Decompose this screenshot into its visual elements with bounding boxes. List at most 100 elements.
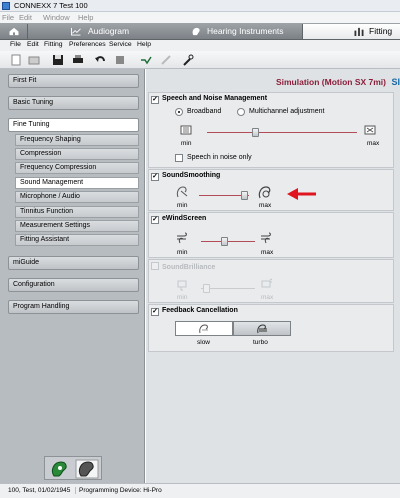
sub-tinnitus-function[interactable]: Tinnitus Function xyxy=(15,206,139,218)
menu-fitting[interactable]: Fitting xyxy=(44,41,63,48)
wind-max-icon xyxy=(261,232,271,244)
speech-in-noise-label: Speech in noise only xyxy=(187,154,252,161)
tools-icon[interactable] xyxy=(182,54,194,66)
noise-max-icon xyxy=(364,125,376,135)
smoothing-max-icon xyxy=(258,186,271,199)
soundbrilliance-checkbox xyxy=(151,262,159,270)
menu-help[interactable]: Help xyxy=(137,41,151,48)
sound-smoothing-checkbox[interactable]: ✓ xyxy=(151,173,159,181)
sub-measurement-settings[interactable]: Measurement Settings xyxy=(15,220,139,232)
soundbrilliance-slider-thumb xyxy=(203,284,210,293)
sound-smoothing-min-label: min xyxy=(177,202,188,209)
status-bar: 100, Test, 01/02/1945 Programming Device… xyxy=(0,483,400,498)
sound-smoothing-section: ✓ SoundSmoothing min max xyxy=(148,169,394,211)
new-icon[interactable] xyxy=(10,54,22,66)
nav-miguide[interactable]: miGuide xyxy=(8,256,139,270)
ewindscreen-title: eWindScreen xyxy=(162,215,207,222)
feedback-section: ✓ Feedback Cancellation slow turbo xyxy=(148,304,394,352)
disconnect-icon[interactable] xyxy=(160,54,172,66)
soundbrilliance-header: SoundBrilliance xyxy=(151,262,215,272)
print-icon[interactable] xyxy=(72,54,84,66)
os-menu-edit[interactable]: Edit xyxy=(19,13,32,22)
device-icon[interactable] xyxy=(114,54,126,66)
nav-fine-tuning[interactable]: Fine Tuning xyxy=(8,118,139,132)
menu-preferences[interactable]: Preferences xyxy=(69,41,106,48)
ewindscreen-checkbox[interactable]: ✓ xyxy=(151,216,159,224)
app-menu-bar: File Edit Fitting Preferences Service He… xyxy=(0,40,400,51)
slow-icon xyxy=(199,324,208,334)
feedback-checkbox[interactable]: ✓ xyxy=(151,308,159,316)
soundbrilliance-title: SoundBrilliance xyxy=(162,264,216,271)
menu-edit[interactable]: Edit xyxy=(27,41,39,48)
multichannel-label: Multichannel adjustment xyxy=(249,108,325,115)
ewindscreen-slider-track[interactable] xyxy=(201,241,255,242)
smoothing-min-icon xyxy=(176,186,188,198)
right-ear-instrument-icon[interactable] xyxy=(48,459,72,479)
sound-smoothing-max-label: max xyxy=(259,202,272,209)
menu-file[interactable]: File xyxy=(10,41,21,48)
speech-noise-title: Speech and Noise Management xyxy=(162,95,268,102)
fitting-icon xyxy=(354,27,364,36)
title-bar: CONNEXX 7 Test 100 xyxy=(0,0,400,12)
red-arrow-annotation xyxy=(287,188,316,200)
tab-fitting[interactable]: Fitting xyxy=(302,24,400,39)
ewindscreen-header: ✓ eWindScreen xyxy=(151,215,206,225)
brilliance-max-icon xyxy=(261,278,273,288)
os-menu-bar: File Edit Window Help xyxy=(0,12,400,23)
tab-audiogram[interactable]: Audiogram xyxy=(70,24,160,39)
connect-icon[interactable] xyxy=(140,54,152,66)
undo-icon[interactable] xyxy=(94,54,106,66)
speech-noise-slider-thumb[interactable] xyxy=(252,128,259,137)
speech-noise-header: ✓ Speech and Noise Management xyxy=(151,95,267,105)
turbo-icon xyxy=(257,324,267,334)
nav-configuration[interactable]: Configuration xyxy=(8,278,139,292)
toolbar xyxy=(0,51,400,69)
open-icon[interactable] xyxy=(28,54,40,66)
tab-home[interactable] xyxy=(0,24,28,39)
os-menu-file[interactable]: File xyxy=(2,13,14,22)
sound-smoothing-header: ✓ SoundSmoothing xyxy=(151,172,220,182)
app-icon xyxy=(2,2,10,10)
speech-noise-slider-track[interactable] xyxy=(207,132,357,133)
ewindscreen-slider-thumb[interactable] xyxy=(221,237,228,246)
sub-frequency-compression[interactable]: Frequency Compression xyxy=(15,162,139,174)
nav-first-fit[interactable]: First Fit xyxy=(8,74,139,88)
feedback-slow-button[interactable] xyxy=(175,321,233,336)
sub-fitting-assistant[interactable]: Fitting Assistant xyxy=(15,234,139,246)
sub-sound-management[interactable]: Sound Management xyxy=(15,177,139,189)
speech-noise-min-label: min xyxy=(181,140,192,147)
status-device: Programming Device: Hi-Pro xyxy=(75,487,162,494)
broadband-radio[interactable] xyxy=(175,108,183,116)
feedback-header: ✓ Feedback Cancellation xyxy=(151,307,238,317)
os-menu-window[interactable]: Window xyxy=(43,13,70,22)
nav-program-handling[interactable]: Program Handling xyxy=(8,300,139,314)
tab-hearing-instruments[interactable]: Hearing Instruments xyxy=(190,24,290,39)
noise-min-icon xyxy=(180,125,192,135)
ewindscreen-max-label: max xyxy=(261,249,274,256)
ewindscreen-section: ✓ eWindScreen min max xyxy=(148,212,394,258)
speech-noise-section: ✓ Speech and Noise Management Broadband M… xyxy=(148,92,394,168)
left-ear-instrument-icon[interactable] xyxy=(75,459,99,479)
menu-service[interactable]: Service xyxy=(109,41,132,48)
sound-smoothing-title: SoundSmoothing xyxy=(162,172,221,179)
speech-noise-checkbox[interactable]: ✓ xyxy=(151,96,159,104)
status-patient: 100, Test, 01/02/1945 xyxy=(8,487,71,494)
audiogram-icon xyxy=(71,27,81,36)
sub-frequency-shaping[interactable]: Frequency Shaping xyxy=(15,134,139,146)
sub-microphone-audio[interactable]: Microphone / Audio xyxy=(15,191,139,203)
tab-hearing-instruments-label: Hearing Instruments xyxy=(207,26,284,36)
tab-bar: Audiogram Hearing Instruments Fitting xyxy=(0,23,400,40)
multichannel-radio[interactable] xyxy=(237,108,245,116)
save-icon[interactable] xyxy=(52,54,64,66)
os-menu-help[interactable]: Help xyxy=(78,13,93,22)
feedback-turbo-button[interactable] xyxy=(233,321,291,336)
nav-basic-tuning[interactable]: Basic Tuning xyxy=(8,96,139,110)
brilliance-min-icon xyxy=(177,280,187,291)
simulation-title: Simulation (Motion SX 7mi) xyxy=(275,77,386,87)
broadband-label: Broadband xyxy=(187,108,222,115)
speech-noise-max-label: max xyxy=(367,140,380,147)
speech-in-noise-checkbox[interactable] xyxy=(175,154,183,162)
sound-smoothing-slider-thumb[interactable] xyxy=(241,191,248,200)
sub-compression[interactable]: Compression xyxy=(15,148,139,160)
feedback-title: Feedback Cancellation xyxy=(162,307,238,314)
